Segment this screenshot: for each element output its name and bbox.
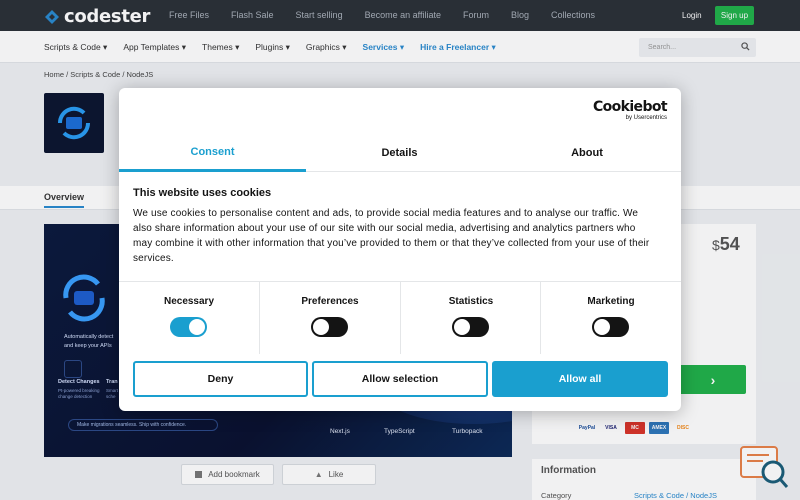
allow-all-button[interactable]: Allow all (492, 361, 668, 397)
consent-heading: This website uses cookies (133, 187, 272, 199)
toggle-label-marketing: Marketing (587, 296, 635, 307)
toggle-group-marketing: Marketing (540, 282, 680, 354)
toggle-label-preferences: Preferences (301, 296, 359, 307)
cookiebot-sub: by Usercentrics (625, 115, 667, 121)
toggle-knob (454, 319, 470, 335)
toggle-group-statistics: Statistics (400, 282, 540, 354)
toggle-group-preferences: Preferences (259, 282, 399, 354)
cookiebot-brand: Cookiebot (592, 99, 668, 115)
toggle-knob (313, 319, 329, 335)
deny-button[interactable]: Deny (133, 361, 308, 397)
consent-text: We use cookies to personalise content an… (133, 208, 650, 264)
marketing-toggle[interactable] (592, 317, 629, 337)
statistics-toggle[interactable] (452, 317, 489, 337)
tab-about[interactable]: About (493, 134, 681, 172)
cookiebot-logo: Cookiebot by Usercentrics (592, 99, 668, 121)
tab-details[interactable]: Details (306, 134, 493, 172)
toggle-group-necessary: Necessary (119, 282, 259, 354)
cookie-consent-dialog: Cookiebot by Usercentrics Consent Detail… (119, 88, 681, 411)
preferences-toggle[interactable] (311, 317, 348, 337)
allow-selection-button[interactable]: Allow selection (312, 361, 488, 397)
necessary-toggle[interactable] (170, 317, 207, 337)
toggle-knob (189, 319, 205, 335)
toggle-label-statistics: Statistics (448, 296, 494, 307)
toggle-knob (594, 319, 610, 335)
tab-consent[interactable]: Consent (119, 134, 306, 172)
toggle-label-necessary: Necessary (163, 296, 215, 307)
